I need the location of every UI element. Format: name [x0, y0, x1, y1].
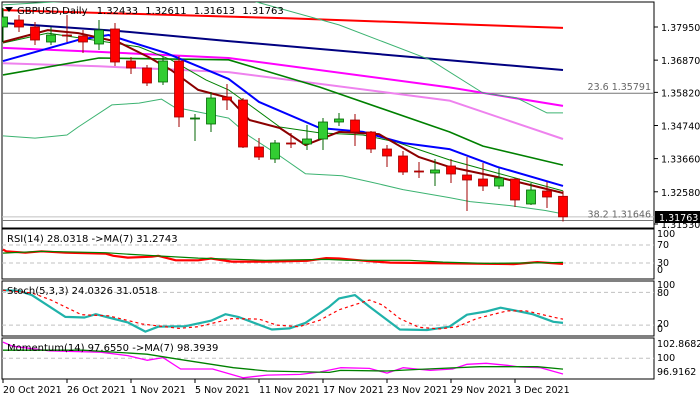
bear-candle-body: [30, 26, 40, 41]
candle[interactable]: [158, 57, 168, 85]
fib-level-label: 23.6 1.35791: [588, 82, 651, 93]
price-tick-label: 1.35820: [661, 88, 700, 99]
bear-candle-body: [462, 174, 472, 181]
price-tick-label: 1.33660: [661, 155, 700, 166]
bear-candle-body: [558, 195, 568, 218]
ohlc-high: 1.32611: [145, 6, 186, 17]
bear-candle-body: [238, 99, 248, 148]
bull-candle-body: [46, 34, 56, 43]
chart-header: GBPUSD,Daily 1.32433 1.32611 1.31613 1.3…: [5, 6, 284, 17]
bull-candle-body: [190, 117, 200, 120]
bull-candle-body: [2, 16, 8, 28]
bear-candle-body: [142, 67, 152, 84]
bull-candle-body: [526, 189, 536, 205]
bear-candle-body: [110, 28, 120, 63]
bear-candle-body: [510, 178, 520, 201]
candle[interactable]: [110, 23, 120, 67]
momentum-axis-label: 102.8682: [657, 339, 700, 350]
bear-candle-body: [398, 155, 408, 173]
bear-candle-body: [254, 146, 264, 158]
svg-text:GBPUSD,Daily 1.32433: GBPUSD,Daily 1.32433 1.32611 1.31613 1.3…: [17, 6, 284, 17]
bull-candle-body: [270, 142, 280, 160]
bear-candle-body: [222, 96, 232, 101]
bear-candle-body: [366, 131, 376, 150]
date-label: 23 Nov 2021: [387, 385, 448, 396]
date-label: 29 Nov 2021: [451, 385, 512, 396]
ohlc-close: 1.31763: [242, 6, 283, 17]
stoch-axis-label: 0: [657, 324, 663, 335]
bull-candle-body: [430, 169, 440, 174]
trading-chart[interactable]: 1.37950 1.36870 1.35820 1.34740 1.33660 1.325…: [0, 0, 700, 400]
price-tick-label: 1.34740: [661, 121, 700, 132]
date-label: 5 Nov 2021: [195, 385, 250, 396]
bear-candle-body: [78, 35, 88, 43]
bull-candle-body: [494, 177, 504, 187]
date-label: 1 Nov 2021: [131, 385, 186, 396]
stoch-axis-label: 80: [657, 288, 669, 299]
rsi-axis-label: 70: [657, 240, 669, 251]
bear-candle-body: [542, 190, 552, 198]
ohlc-low: 1.31613: [194, 6, 235, 17]
rsi-axis-label: 100: [657, 229, 675, 240]
candle[interactable]: [142, 64, 152, 87]
bear-candle-body: [14, 19, 24, 28]
price-tick-label: 1.37950: [661, 23, 700, 34]
bear-candle-body: [126, 60, 136, 69]
rsi-axis-label: 0: [657, 265, 663, 276]
date-label: 11 Nov 2021: [259, 385, 320, 396]
bull-candle-body: [206, 97, 216, 125]
date-label: 26 Oct 2021: [67, 385, 126, 396]
bull-candle-body: [302, 138, 312, 145]
symbol-label: GBPUSD,Daily: [17, 6, 88, 17]
momentum-axis-label: 100: [657, 353, 675, 364]
bear-candle-body: [350, 119, 360, 133]
bear-candle-body: [382, 148, 392, 157]
candle[interactable]: [238, 98, 248, 148]
bear-candle-body: [174, 60, 184, 118]
momentum-axis-label: 96.9162: [657, 367, 696, 378]
candle[interactable]: [174, 55, 184, 128]
bear-candle-body: [414, 170, 424, 173]
bull-candle-body: [94, 29, 104, 45]
date-label: 17 Nov 2021: [323, 385, 384, 396]
bear-candle-body: [446, 165, 456, 175]
bear-candle-body: [62, 34, 72, 37]
current-price-label: 1.31763: [659, 213, 698, 224]
bull-candle-body: [334, 118, 344, 123]
bull-candle-body: [158, 60, 168, 83]
date-label: 20 Oct 2021: [3, 385, 62, 396]
fib-level-label: 38.2 1.31646: [588, 209, 651, 220]
bear-candle-body: [286, 142, 296, 145]
momentum-title: Momentum(14) 97.6550 ->MA(7) 98.3939: [7, 343, 218, 354]
stoch-title: Stoch(5,3,3) 24.0326 31.0518: [7, 286, 158, 297]
bear-candle-body: [478, 178, 488, 187]
ohlc-open: 1.32433: [97, 6, 138, 17]
price-tick-label: 1.36870: [661, 56, 700, 67]
price-tick-label: 1.32580: [661, 188, 700, 199]
date-label: 3 Dec 2021: [515, 385, 570, 396]
bull-candle-body: [318, 121, 328, 140]
rsi-title: RSI(14) 28.0318 ->MA(7) 31.2743: [7, 234, 178, 245]
